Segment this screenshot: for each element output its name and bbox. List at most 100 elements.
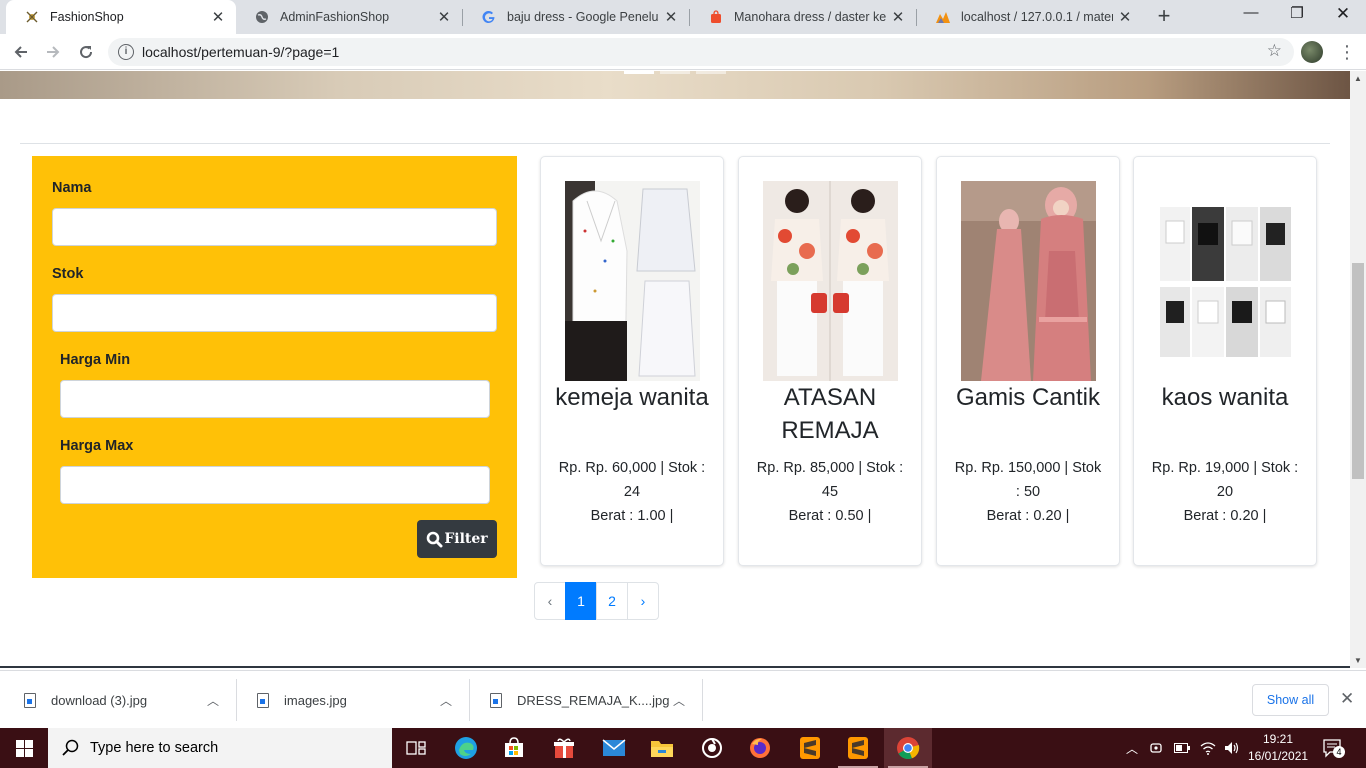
- file-explorer-icon[interactable]: [638, 728, 686, 768]
- product-card[interactable]: Gamis Cantik Rp. Rp. 150,000 | Stok : 50…: [936, 156, 1120, 566]
- bookmark-star-icon[interactable]: ☆: [1267, 41, 1282, 61]
- carousel-indicator[interactable]: [660, 71, 690, 74]
- pagination-page-1[interactable]: 1: [565, 582, 597, 620]
- tab-fashionshop[interactable]: FashionShop ✕: [6, 0, 236, 34]
- address-bar[interactable]: i localhost/pertemuan-9/?page=1 ☆: [108, 38, 1294, 66]
- chevron-up-icon[interactable]: ︿: [1126, 740, 1138, 757]
- product-meta: Rp. Rp. 19,000 | Stok : 20 Berat : 0.20 …: [1148, 456, 1302, 528]
- scroll-down-arrow-icon[interactable]: ▼: [1350, 656, 1366, 665]
- back-arrow-icon[interactable]: [9, 40, 33, 64]
- product-card[interactable]: kaos wanita Rp. Rp. 19,000 | Stok : 20 B…: [1133, 156, 1317, 566]
- nama-input[interactable]: [52, 208, 497, 246]
- product-name[interactable]: kemeja wanita: [549, 381, 715, 414]
- notification-count-badge: 4: [1333, 746, 1345, 758]
- close-tab-icon[interactable]: ✕: [886, 8, 910, 26]
- product-name[interactable]: Gamis Cantik: [945, 381, 1111, 414]
- clock-date: 16/01/2021: [1248, 749, 1309, 763]
- gift-app-icon[interactable]: [540, 728, 588, 768]
- image-file-icon: [24, 692, 36, 708]
- download-item[interactable]: download (3).jpg ︿: [24, 671, 236, 729]
- product-price-stock: Rp. Rp. 85,000 | Stok : 45: [756, 460, 904, 500]
- harga-min-input[interactable]: [60, 380, 490, 418]
- pagination-prev[interactable]: ‹: [534, 582, 566, 620]
- tab-google-search[interactable]: baju dress - Google Penelusura ✕: [463, 0, 689, 34]
- restore-button[interactable]: ❐: [1274, 4, 1320, 30]
- pagination: ‹ 1 2 ›: [534, 582, 659, 620]
- product-card[interactable]: kemeja wanita Rp. Rp. 60,000 | Stok : 24…: [540, 156, 724, 566]
- tab-shopee[interactable]: Manohara dress / daster keking ✕: [690, 0, 916, 34]
- microsoft-store-icon[interactable]: [490, 728, 538, 768]
- profile-avatar[interactable]: [1301, 41, 1323, 63]
- product-image-kemeja: [565, 181, 700, 381]
- product-price-stock: Rp. Rp. 150,000 | Stok : 50: [954, 460, 1102, 500]
- carousel-indicator-active[interactable]: [624, 71, 654, 74]
- carousel-indicator[interactable]: [696, 71, 726, 74]
- hero-carousel: [0, 71, 1350, 99]
- show-all-downloads-button[interactable]: Show all: [1252, 684, 1329, 716]
- product-name[interactable]: kaos wanita: [1142, 381, 1308, 414]
- volume-icon[interactable]: [1224, 741, 1240, 755]
- chrome-icon[interactable]: [884, 728, 932, 768]
- download-filename: images.jpg: [284, 692, 347, 708]
- harga-max-input[interactable]: [60, 466, 490, 504]
- chevron-up-icon[interactable]: ︿: [440, 692, 452, 709]
- minimize-button[interactable]: —: [1228, 4, 1274, 30]
- scrollbar-thumb[interactable]: [1352, 263, 1364, 479]
- reload-icon[interactable]: [74, 40, 98, 64]
- close-tab-icon[interactable]: ✕: [206, 8, 230, 26]
- tab-phpmyadmin[interactable]: localhost / 127.0.0.1 / materi_p ✕: [917, 0, 1143, 34]
- section-divider: [20, 143, 1330, 144]
- sublime-text-icon[interactable]: [834, 728, 882, 768]
- edge-browser-icon[interactable]: [442, 728, 490, 768]
- site-info-icon[interactable]: i: [118, 44, 134, 60]
- image-file-icon: [490, 692, 502, 708]
- pagination-page-2[interactable]: 2: [596, 582, 628, 620]
- browser-tab-strip: FashionShop ✕ AdminFashionShop ✕ baju dr…: [0, 0, 1366, 34]
- product-price-stock: Rp. Rp. 60,000 | Stok : 24: [558, 460, 706, 500]
- download-item[interactable]: DRESS_REMAJA_K....jpg ︿: [490, 671, 702, 729]
- pagination-next[interactable]: ›: [627, 582, 659, 620]
- sublime-text-icon[interactable]: [786, 728, 834, 768]
- tab-title: baju dress - Google Penelusura: [507, 10, 659, 24]
- page-scrollbar[interactable]: ▲ ▼: [1350, 71, 1366, 668]
- product-meta: Rp. Rp. 150,000 | Stok : 50 Berat : 0.20…: [951, 456, 1105, 528]
- stok-input[interactable]: [52, 294, 497, 332]
- filter-form: Nama Stok Harga Min Harga Max Filter: [32, 156, 517, 578]
- wifi-icon[interactable]: [1200, 741, 1216, 755]
- harga-max-label: Harga Max: [60, 438, 134, 454]
- close-shelf-icon[interactable]: ✕: [1340, 689, 1354, 709]
- tab-title: localhost / 127.0.0.1 / materi_p: [961, 10, 1113, 24]
- download-shelf: download (3).jpg ︿ images.jpg ︿ DRESS_RE…: [0, 670, 1366, 728]
- download-item[interactable]: images.jpg ︿: [257, 671, 469, 729]
- chevron-up-icon[interactable]: ︿: [673, 692, 685, 709]
- camera-app-icon[interactable]: [688, 728, 736, 768]
- taskbar-clock[interactable]: 19:21 16/01/2021: [1248, 731, 1308, 765]
- chevron-up-icon[interactable]: ︿: [207, 692, 219, 709]
- meet-now-icon[interactable]: [1150, 741, 1164, 755]
- shopee-icon: [708, 9, 724, 25]
- download-divider: [702, 679, 703, 721]
- forward-arrow-icon[interactable]: [41, 40, 65, 64]
- page-viewport: Nama Stok Harga Min Harga Max Filter kem…: [0, 71, 1350, 668]
- close-window-button[interactable]: ✕: [1320, 4, 1366, 30]
- close-tab-icon[interactable]: ✕: [659, 8, 683, 26]
- tab-title: Manohara dress / daster keking: [734, 10, 886, 24]
- product-name[interactable]: ATASAN REMAJA: [747, 381, 913, 447]
- taskbar-search-box[interactable]: Type here to search: [48, 728, 392, 768]
- product-card[interactable]: ATASAN REMAJA Rp. Rp. 85,000 | Stok : 45…: [738, 156, 922, 566]
- action-center-icon[interactable]: 4: [1322, 738, 1345, 758]
- close-tab-icon[interactable]: ✕: [1113, 8, 1137, 26]
- tab-adminfashionshop[interactable]: AdminFashionShop ✕: [236, 0, 462, 34]
- firefox-icon[interactable]: [736, 728, 784, 768]
- scroll-up-arrow-icon[interactable]: ▲: [1350, 74, 1366, 83]
- chrome-menu-icon[interactable]: ⋮: [1338, 40, 1356, 64]
- battery-icon[interactable]: [1174, 743, 1191, 753]
- download-filename: download (3).jpg: [51, 692, 148, 708]
- new-tab-button[interactable]: +: [1152, 5, 1176, 29]
- mail-icon[interactable]: [590, 728, 638, 768]
- download-divider: [469, 679, 470, 721]
- close-tab-icon[interactable]: ✕: [432, 8, 456, 26]
- windows-start-icon[interactable]: [0, 728, 48, 768]
- task-view-icon[interactable]: [392, 728, 440, 768]
- filter-button[interactable]: Filter: [417, 520, 497, 558]
